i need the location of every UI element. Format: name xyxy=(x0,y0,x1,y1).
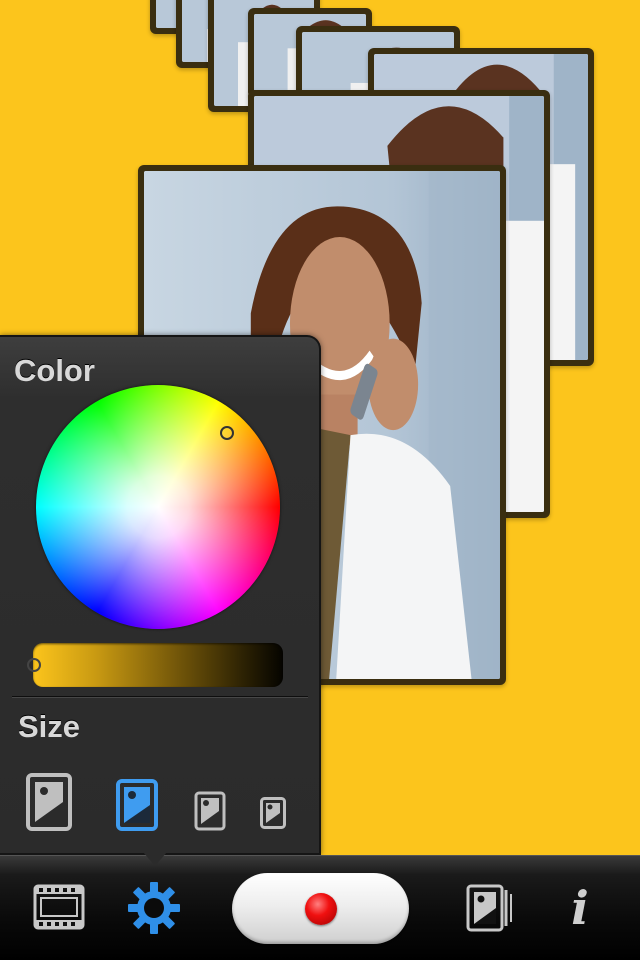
color-wheel[interactable] xyxy=(36,385,280,629)
settings-button[interactable] xyxy=(124,878,184,938)
gear-icon xyxy=(128,882,180,934)
brightness-slider[interactable] xyxy=(27,643,283,687)
color-heading: Color xyxy=(14,353,95,388)
info-icon: i xyxy=(571,881,589,935)
photo-icon xyxy=(116,779,158,831)
photo-icon xyxy=(26,773,72,831)
size-option-extra-small[interactable] xyxy=(258,795,288,831)
bottom-toolbar: i xyxy=(0,855,640,960)
size-option-medium[interactable] xyxy=(114,777,160,833)
photo-gallery-icon xyxy=(466,884,512,932)
size-option-large[interactable] xyxy=(24,771,74,833)
color-wheel-picker[interactable] xyxy=(220,426,234,440)
filmstrip-icon xyxy=(33,884,85,930)
record-icon xyxy=(304,892,337,925)
size-heading: Size xyxy=(18,709,81,744)
record-button[interactable] xyxy=(232,873,409,944)
info-button[interactable]: i xyxy=(552,878,608,938)
brightness-slider-thumb[interactable] xyxy=(27,658,41,672)
size-option-small[interactable] xyxy=(192,789,228,833)
popover-arrow xyxy=(143,852,167,866)
photo-icon xyxy=(260,797,286,829)
photo-icon xyxy=(194,791,226,831)
settings-popover: Color Size xyxy=(0,335,321,855)
gallery-button[interactable] xyxy=(458,878,518,938)
filmstrip-button[interactable] xyxy=(30,878,88,936)
divider xyxy=(12,696,308,698)
